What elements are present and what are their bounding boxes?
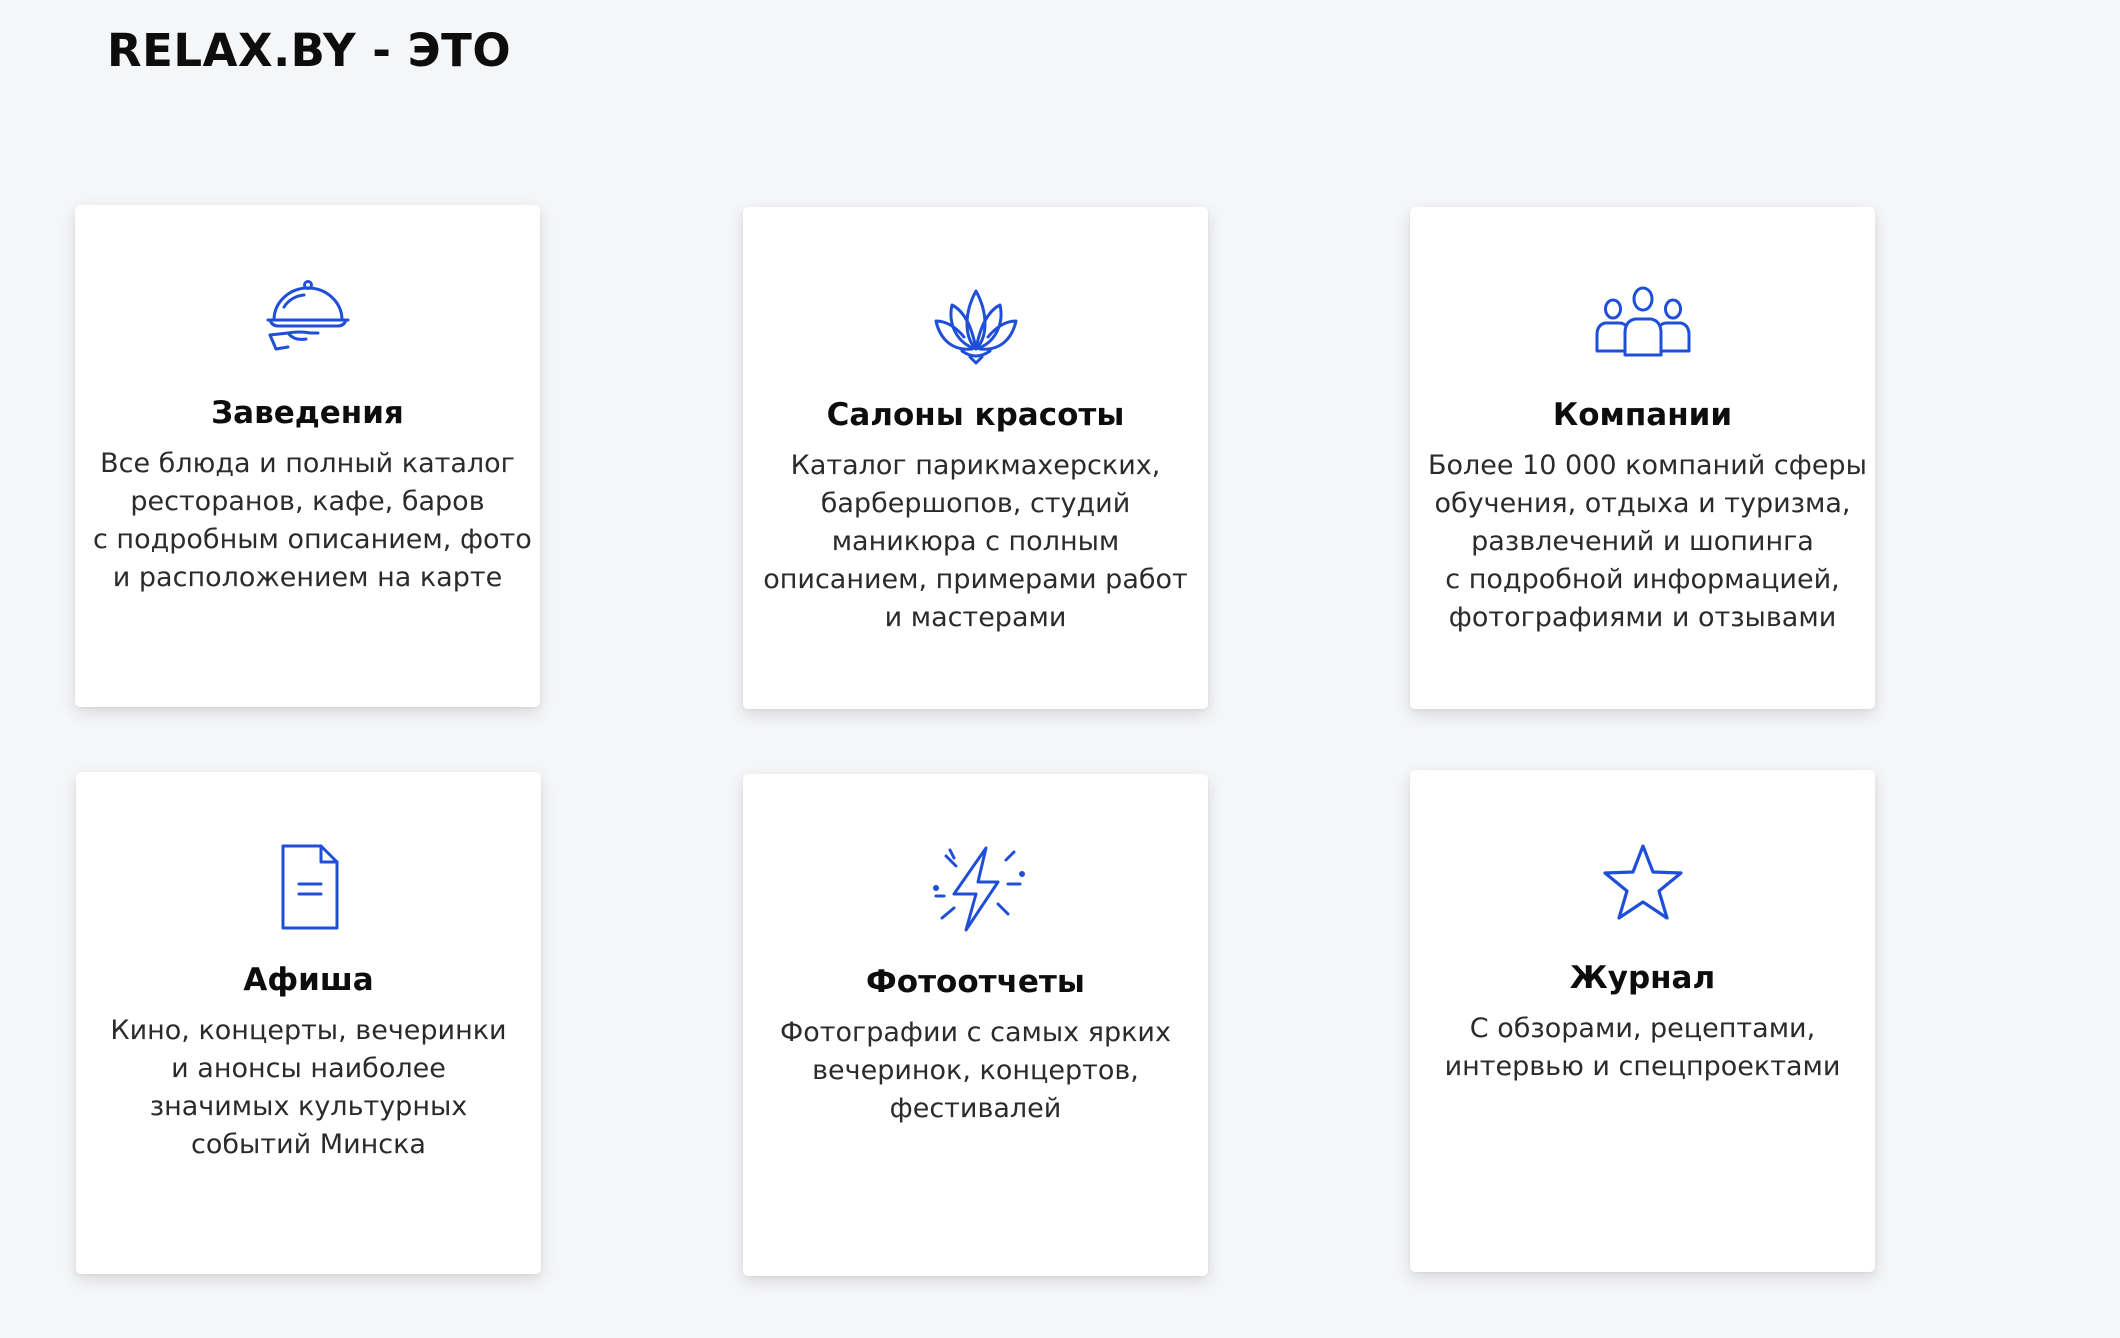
star-icon bbox=[1593, 840, 1693, 930]
card-photo-reports[interactable]: Фотоотчеты Фотографии с самых ярких вече… bbox=[743, 774, 1208, 1276]
card-title: Афиша bbox=[243, 962, 374, 998]
card-establishments[interactable]: Заведения Все блюда и полный каталог рес… bbox=[75, 205, 540, 707]
lotus-icon bbox=[926, 277, 1026, 367]
card-title: Журнал bbox=[1569, 960, 1716, 996]
card-events-poster[interactable]: Афиша Кино, концерты, вечеринки и анонсы… bbox=[76, 772, 541, 1274]
card-description: Кино, концерты, вечеринки и анонсы наибо… bbox=[110, 1015, 507, 1160]
cloche-serving-icon bbox=[258, 275, 358, 365]
card-description: Каталог парикмахерских, барбершопов, сту… bbox=[763, 450, 1188, 633]
card-description: Фотографии с самых ярких вечеринок, конц… bbox=[780, 1017, 1171, 1124]
card-description: Все блюда и полный каталог ресторанов, к… bbox=[93, 448, 532, 593]
card-magazine[interactable]: Журнал С обзорами, рецептами, интервью и… bbox=[1410, 770, 1875, 1272]
people-group-icon bbox=[1593, 277, 1693, 367]
card-beauty-salons[interactable]: Салоны красоты Каталог парикмахерских, б… bbox=[743, 207, 1208, 709]
card-description: Более 10 000 компаний сферы обучения, от… bbox=[1428, 450, 1867, 633]
document-icon bbox=[259, 842, 359, 932]
card-description: С обзорами, рецептами, интервью и спецпр… bbox=[1444, 1013, 1841, 1082]
card-companies[interactable]: Компании Более 10 000 компаний сферы обу… bbox=[1410, 207, 1875, 709]
card-title: Заведения bbox=[211, 395, 404, 431]
card-title: Компании bbox=[1552, 397, 1733, 433]
lightning-flash-icon bbox=[926, 844, 1026, 934]
feature-cards-grid: Заведения Все блюда и полный каталог рес… bbox=[0, 0, 2120, 1338]
card-title: Фотоотчеты bbox=[866, 964, 1085, 1000]
card-title: Салоны красоты bbox=[826, 397, 1125, 433]
